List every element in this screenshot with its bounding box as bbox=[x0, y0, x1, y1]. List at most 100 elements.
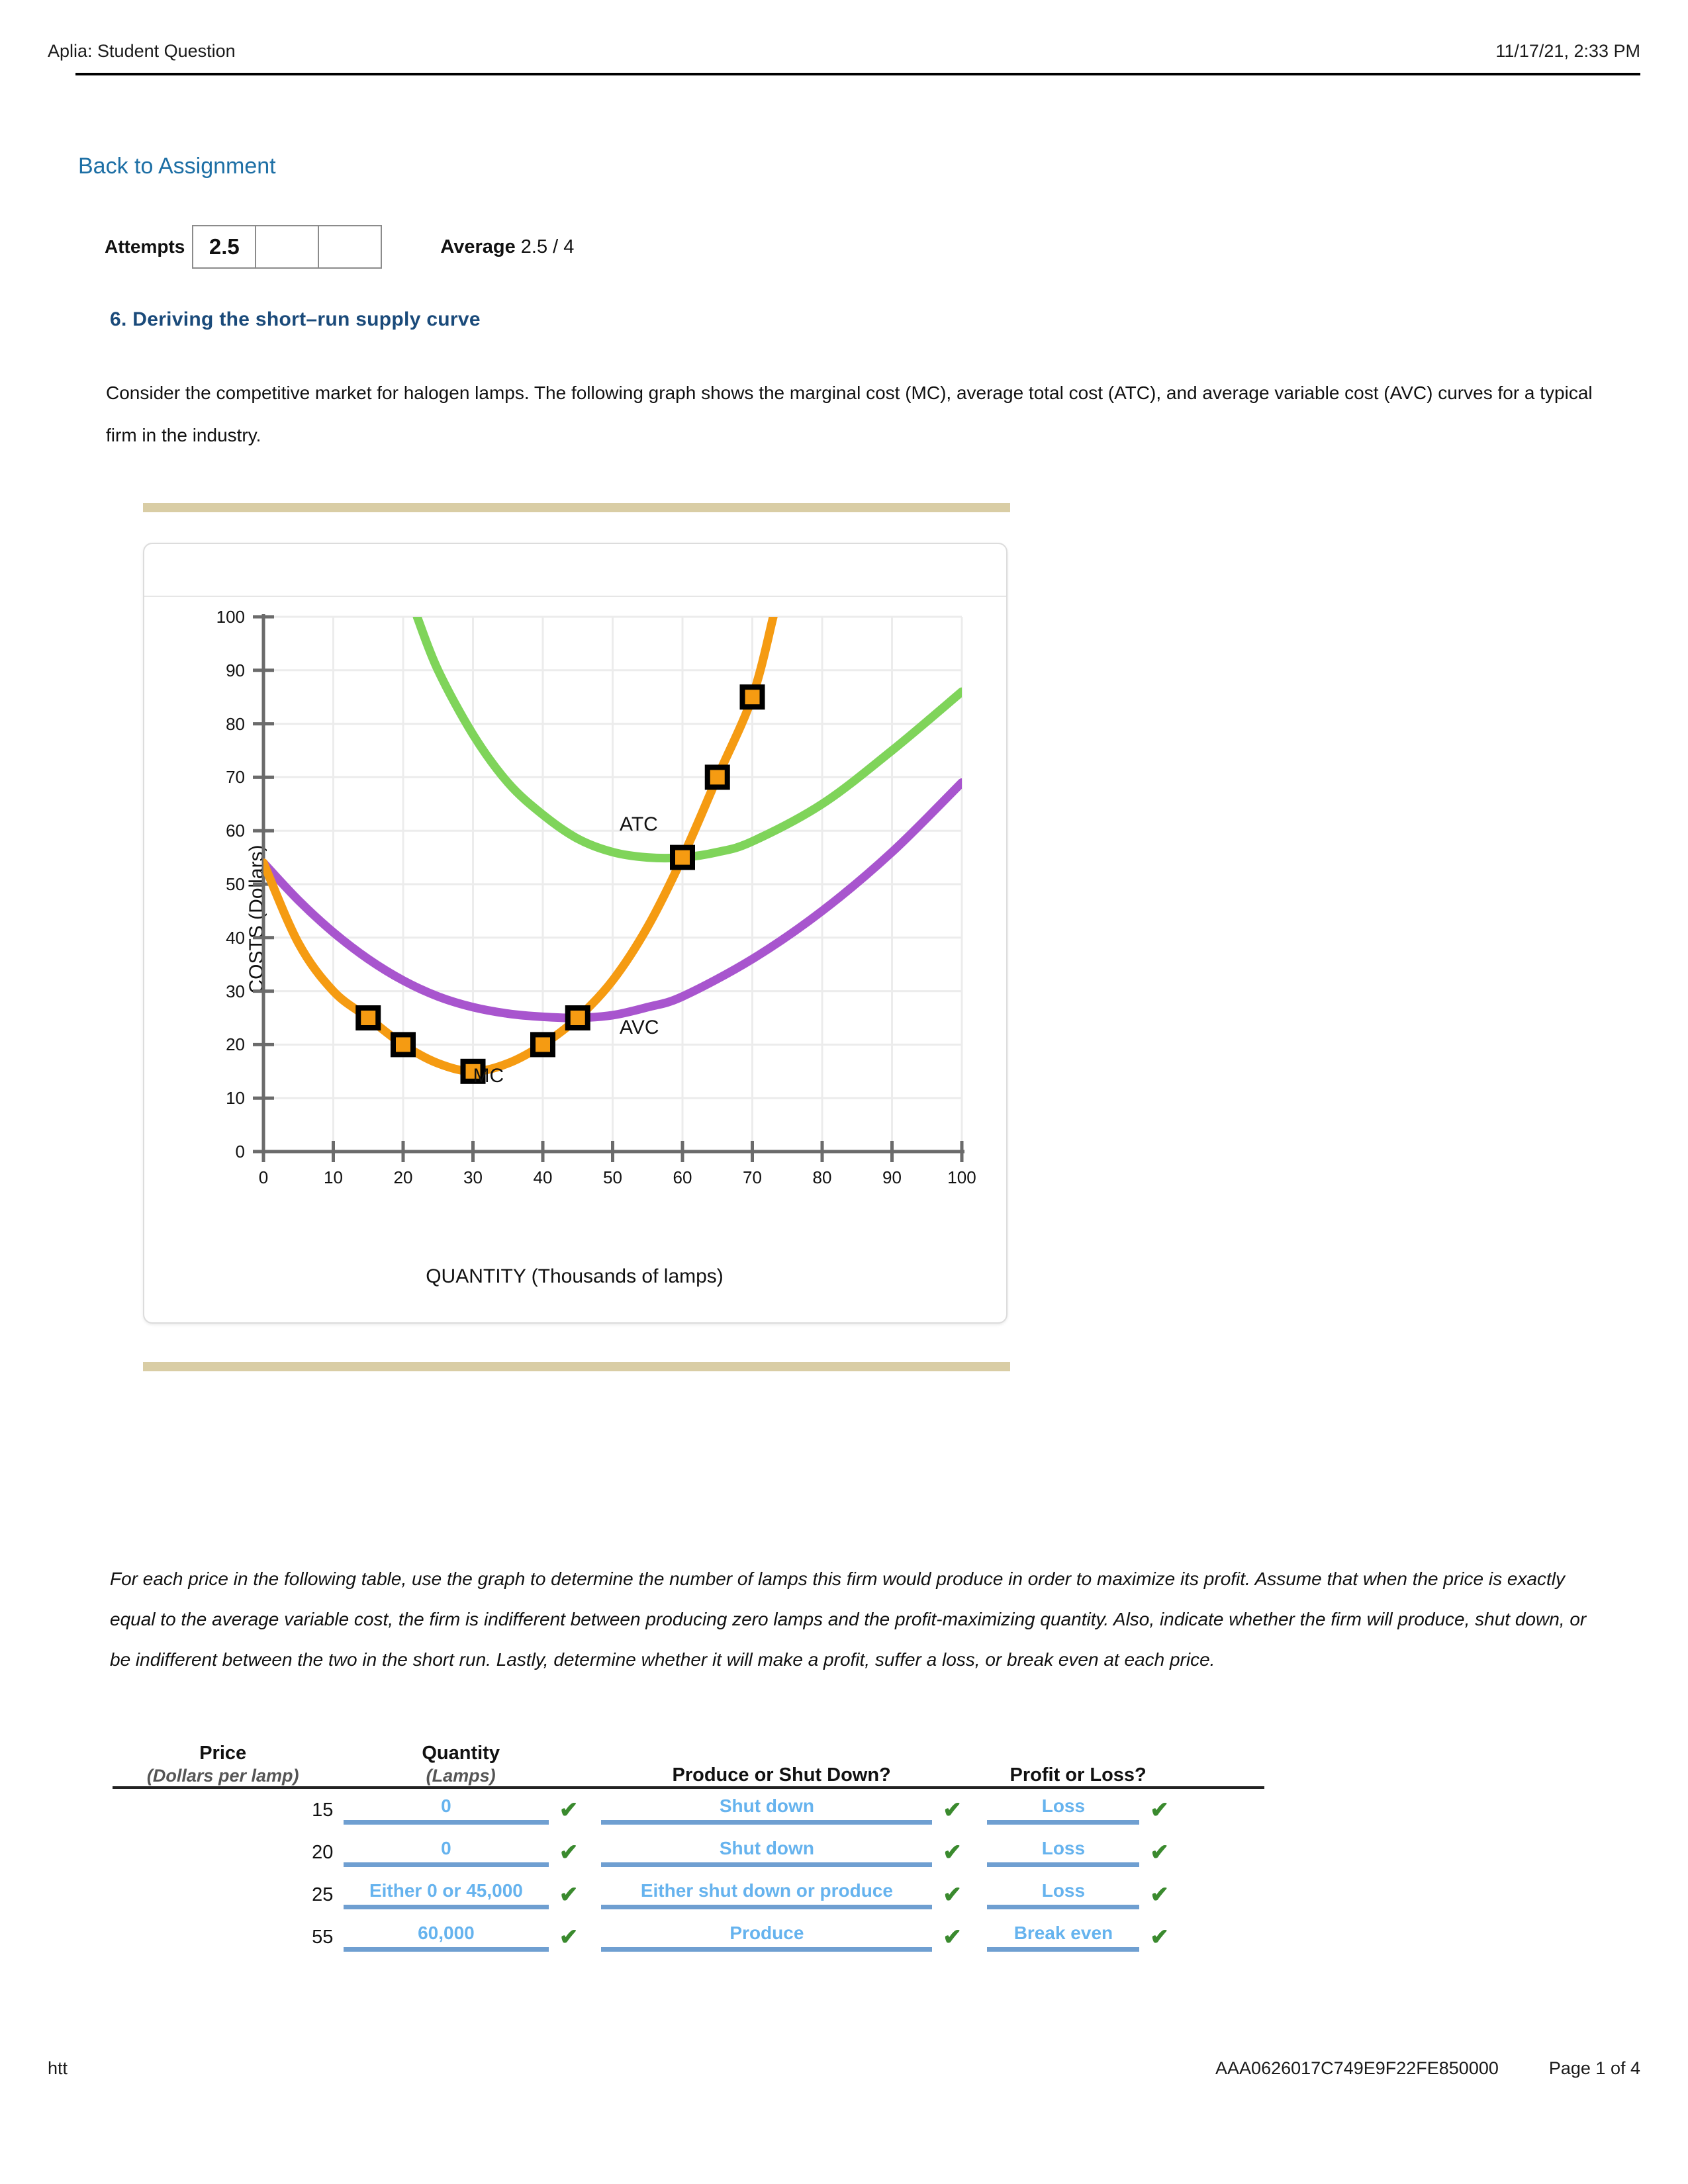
question-intro-text: Consider the competitive market for halo… bbox=[106, 383, 1593, 445]
header-divider bbox=[75, 73, 1640, 75]
footer-right-group: AAA0626017C749E9F22FE850000 Page 1 of 4 bbox=[1215, 2058, 1640, 2079]
question-title: 6. Deriving the short–run supply curve bbox=[110, 308, 481, 330]
produce-or-shutdown-answer[interactable]: Produce bbox=[601, 1923, 933, 1952]
checkmark-icon: ✔ bbox=[943, 1840, 962, 1865]
y-tick-label: 20 bbox=[226, 1034, 245, 1055]
col-header-produce-or-shutdown: Produce or Shut Down? bbox=[672, 1764, 891, 1786]
checkmark-icon: ✔ bbox=[559, 1797, 579, 1823]
profit-or-loss-answer[interactable]: Loss bbox=[987, 1838, 1140, 1867]
profit-or-loss-cell: Loss ✔ bbox=[974, 1831, 1182, 1874]
produce-or-shutdown-cell: Either shut down or produce ✔ bbox=[588, 1874, 974, 1916]
y-tick-label: 90 bbox=[226, 660, 245, 680]
answer-table: Price Quantity (Dollars per lamp) (Lamps… bbox=[113, 1734, 1264, 1958]
checkmark-icon: ✔ bbox=[1150, 1925, 1169, 1950]
checkmark-icon: ✔ bbox=[943, 1882, 962, 1907]
produce-or-shutdown-cell: Shut down ✔ bbox=[588, 1788, 974, 1831]
cell-price: 55 bbox=[312, 1926, 334, 1948]
page-title: Aplia: Student Question bbox=[48, 41, 236, 61]
quantity-cell: 0 ✔ bbox=[333, 1831, 588, 1874]
attempts-boxes: 2.5 bbox=[192, 225, 383, 269]
y-tick-label: 50 bbox=[226, 874, 245, 894]
x-tick-label: 90 bbox=[882, 1167, 902, 1187]
profit-or-loss-answer[interactable]: Break even bbox=[987, 1923, 1140, 1952]
row-trailing-spacer bbox=[1182, 1916, 1264, 1958]
graph-band-bottom bbox=[143, 1362, 1010, 1371]
produce-or-shutdown-cell: Produce ✔ bbox=[588, 1916, 974, 1958]
y-tick-label: 80 bbox=[226, 713, 245, 734]
x-axis-title: QUANTITY (Thousands of lamps) bbox=[426, 1265, 724, 1287]
checkmark-icon: ✔ bbox=[1150, 1797, 1169, 1823]
attempt-box-3 bbox=[319, 226, 381, 267]
graph-card: COSTS (Dollars) QUANTITY (Thousands of l… bbox=[143, 543, 1008, 1324]
quantity-answer[interactable]: 0 bbox=[343, 1796, 549, 1825]
col-subheader-quantity-units: (Lamps) bbox=[426, 1766, 496, 1786]
footer-url: htt bbox=[48, 2058, 68, 2078]
produce-or-shutdown-answer[interactable]: Shut down bbox=[601, 1838, 933, 1867]
x-tick-label: 20 bbox=[393, 1167, 413, 1187]
col-header-price: Price bbox=[199, 1743, 247, 1764]
attempts-label: Attempts bbox=[105, 236, 185, 257]
attempt-box-1: 2.5 bbox=[193, 226, 257, 267]
y-tick-label: 10 bbox=[226, 1088, 245, 1109]
quantity-cell: 60,000 ✔ bbox=[333, 1916, 588, 1958]
checkmark-icon: ✔ bbox=[1150, 1840, 1169, 1865]
col-subheader-trailing-spacer bbox=[1182, 1764, 1264, 1788]
quantity-answer[interactable]: Either 0 or 45,000 bbox=[343, 1880, 549, 1909]
graph-plot-area: COSTS (Dollars) QUANTITY (Thousands of l… bbox=[144, 597, 1006, 1322]
answer-table-body: 15 0 ✔ Shut down ✔ Loss ✔ 20 0 ✔ Shut down ✔ Loss ✔ 25… bbox=[113, 1788, 1264, 1958]
profit-or-loss-cell: Break even ✔ bbox=[974, 1916, 1182, 1958]
cell-price: 25 bbox=[312, 1884, 334, 1905]
average-value: 2.5 / 4 bbox=[520, 236, 575, 257]
table-header-row-sub: (Dollars per lamp) (Lamps) Produce or Sh… bbox=[113, 1764, 1264, 1788]
checkmark-icon: ✔ bbox=[943, 1925, 962, 1950]
produce-or-shutdown-cell: Shut down ✔ bbox=[588, 1831, 974, 1874]
print-timestamp: 11/17/21, 2:33 PM bbox=[1495, 41, 1640, 61]
quantity-answer[interactable]: 0 bbox=[343, 1838, 549, 1867]
graph-band-top bbox=[143, 503, 1010, 512]
x-tick-label: 60 bbox=[673, 1167, 692, 1187]
y-tick-label: 100 bbox=[216, 607, 245, 627]
y-tick-label: 60 bbox=[226, 821, 245, 841]
cell-price: 15 bbox=[312, 1799, 334, 1821]
checkmark-icon: ✔ bbox=[943, 1797, 962, 1823]
profit-or-loss-cell: Loss ✔ bbox=[974, 1874, 1182, 1916]
col-header-quantity: Quantity bbox=[422, 1743, 500, 1764]
checkmark-icon: ✔ bbox=[559, 1925, 579, 1950]
profit-or-loss-answer[interactable]: Loss bbox=[987, 1880, 1140, 1909]
quantity-answer[interactable]: 60,000 bbox=[343, 1923, 549, 1952]
cost-curves-chart: MC ATC AVC bbox=[253, 614, 964, 1162]
average-display: Average 2.5 / 4 bbox=[440, 236, 574, 258]
col-header-trailing-spacer bbox=[1182, 1734, 1264, 1764]
y-tick-label: 30 bbox=[226, 981, 245, 1001]
x-tick-label: 70 bbox=[743, 1167, 762, 1187]
svg-text:MC: MC bbox=[473, 1065, 504, 1087]
back-to-assignment-link[interactable]: Back to Assignment bbox=[78, 154, 276, 179]
attempt-box-2 bbox=[256, 226, 320, 267]
produce-or-shutdown-answer[interactable]: Either shut down or produce bbox=[601, 1880, 933, 1909]
quantity-cell: Either 0 or 45,000 ✔ bbox=[333, 1874, 588, 1916]
checkmark-icon: ✔ bbox=[559, 1840, 579, 1865]
x-tick-label: 40 bbox=[533, 1167, 553, 1187]
average-label: Average bbox=[440, 236, 516, 257]
col-subheader-price-units: (Dollars per lamp) bbox=[146, 1766, 299, 1786]
checkmark-icon: ✔ bbox=[559, 1882, 579, 1907]
x-tick-label: 0 bbox=[258, 1167, 269, 1187]
table-row: 55 60,000 ✔ Produce ✔ Break even ✔ bbox=[113, 1916, 1264, 1958]
y-tick-label: 0 bbox=[235, 1142, 245, 1161]
table-row: 20 0 ✔ Shut down ✔ Loss ✔ bbox=[113, 1831, 1264, 1874]
attempts-row: Attempts 2.5 Average 2.5 / 4 bbox=[105, 225, 574, 269]
profit-or-loss-cell: Loss ✔ bbox=[974, 1788, 1182, 1831]
svg-text:AVC: AVC bbox=[620, 1017, 659, 1038]
footer-page-number: Page 1 of 4 bbox=[1548, 2058, 1640, 2078]
cell-price: 20 bbox=[312, 1841, 334, 1863]
y-tick-label: 70 bbox=[226, 767, 245, 788]
produce-or-shutdown-answer[interactable]: Shut down bbox=[601, 1796, 933, 1825]
profit-or-loss-answer[interactable]: Loss bbox=[987, 1796, 1140, 1825]
table-row: 25 Either 0 or 45,000 ✔ Either shut down or… bbox=[113, 1874, 1264, 1916]
footer-document-code: AAA0626017C749E9F22FE850000 bbox=[1215, 2058, 1499, 2078]
x-tick-label: 50 bbox=[603, 1167, 622, 1187]
y-tick-label: 40 bbox=[226, 927, 245, 948]
quantity-cell: 0 ✔ bbox=[333, 1788, 588, 1831]
col-header-profit-spacer bbox=[974, 1734, 1182, 1764]
x-tick-label: 30 bbox=[463, 1167, 483, 1187]
